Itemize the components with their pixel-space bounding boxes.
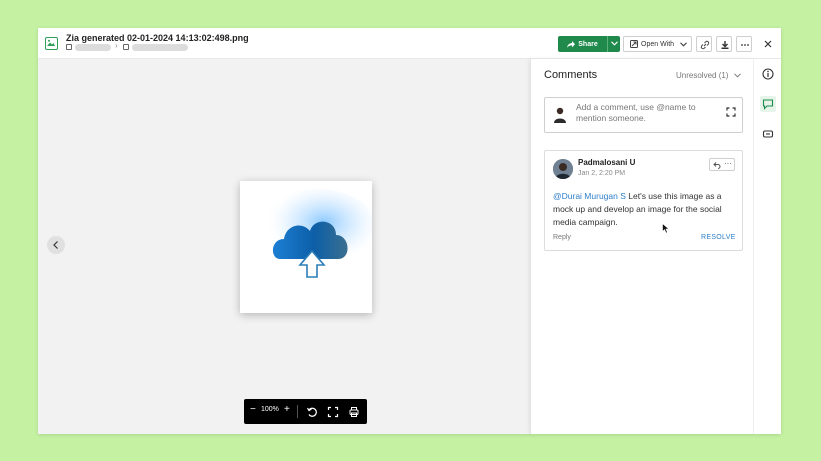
comment-input-placeholder: Add a comment, use @name to mention some… [576, 102, 696, 123]
current-user-avatar [553, 106, 567, 124]
comment-actions: ··· [709, 158, 735, 171]
breadcrumb-item-folder[interactable] [132, 44, 188, 51]
rotate-button[interactable] [306, 405, 318, 417]
chevron-down-icon [611, 41, 618, 46]
download-icon [721, 41, 729, 49]
more-horizontal-icon[interactable]: ··· [724, 159, 732, 168]
image-viewer: − 100% + [38, 59, 530, 434]
file-title: Zia generated 02-01-2024 14:13:02:498.pn… [66, 33, 249, 43]
zoom-in-button[interactable]: + [284, 404, 290, 415]
file-preview-window: Zia generated 02-01-2024 14:13:02:498.pn… [38, 28, 781, 434]
chevron-left-icon [53, 241, 58, 249]
copy-link-button[interactable] [696, 36, 712, 52]
download-button[interactable] [716, 36, 732, 52]
workspace-icon [66, 44, 72, 50]
comment-date: Jan 2, 2:20 PM [578, 170, 626, 177]
expand-icon[interactable] [726, 107, 736, 117]
tag-icon [762, 130, 774, 138]
link-icon [700, 40, 710, 50]
open-with-button[interactable]: Open With [623, 36, 692, 52]
reply-link[interactable]: Reply [553, 234, 571, 241]
zoom-out-button[interactable]: − [250, 404, 256, 415]
open-with-icon [630, 40, 638, 48]
close-icon [764, 40, 772, 48]
side-rail [753, 59, 781, 434]
share-icon [567, 40, 576, 48]
share-button-label: Share [578, 40, 598, 48]
info-icon [762, 68, 774, 80]
fullscreen-icon [327, 406, 339, 418]
comment-input[interactable]: Add a comment, use @name to mention some… [544, 97, 743, 133]
info-button[interactable] [760, 66, 776, 82]
comments-toggle-button[interactable] [760, 96, 776, 112]
open-with-label: Open With [641, 40, 675, 48]
chevron-down-icon[interactable] [734, 73, 741, 78]
fullscreen-button[interactable] [327, 405, 339, 418]
breadcrumb-item-workspace[interactable] [75, 44, 111, 51]
toolbar-divider [297, 405, 298, 418]
comment-card: Padmalosani U Jan 2, 2:20 PM ··· @Durai … [544, 150, 743, 251]
viewer-toolbar: − 100% + [244, 399, 367, 424]
comment-icon [762, 99, 774, 110]
breadcrumb-separator-icon: › [115, 41, 118, 50]
comments-panel: Comments Unresolved (1) Add a comment, u… [530, 59, 753, 434]
comment-mention[interactable]: @Durai Murugan S [553, 191, 626, 201]
resolve-button[interactable]: RESOLVE [701, 234, 736, 241]
comments-filter-dropdown[interactable]: Unresolved (1) [676, 71, 728, 80]
print-button[interactable] [348, 405, 360, 417]
share-button[interactable]: Share [558, 36, 607, 52]
print-icon [349, 407, 359, 417]
folder-icon [123, 44, 129, 50]
labels-button[interactable] [760, 126, 776, 142]
comment-text: @Durai Murugan S Let's use this image as… [553, 190, 739, 229]
avatar [553, 159, 573, 179]
rotate-icon [306, 407, 317, 417]
reply-icon[interactable] [713, 161, 721, 169]
cloud-upload-image [240, 181, 372, 313]
previous-file-button[interactable] [47, 236, 65, 254]
chevron-down-icon [680, 41, 687, 47]
share-dropdown-button[interactable] [607, 36, 620, 52]
zoom-level[interactable]: 100% [261, 406, 279, 413]
mouse-cursor-icon [662, 223, 670, 234]
close-button[interactable] [762, 37, 774, 49]
more-horizontal-icon [741, 44, 749, 46]
preview-image [240, 181, 372, 313]
comments-title: Comments [544, 69, 598, 81]
more-options-button[interactable] [736, 36, 752, 52]
image-file-icon [45, 37, 58, 50]
header-bar: Zia generated 02-01-2024 14:13:02:498.pn… [38, 28, 781, 59]
comment-author: Padmalosani U [578, 158, 636, 167]
